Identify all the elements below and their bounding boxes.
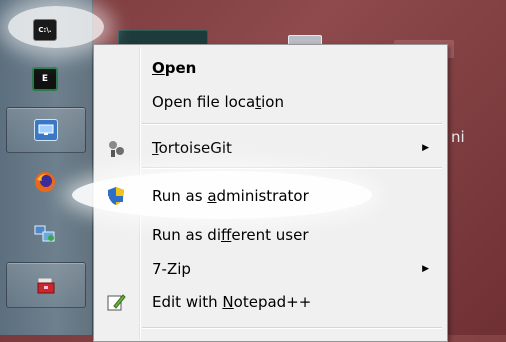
toolbox-icon [35, 275, 57, 295]
taskbar-item-remote-desktop[interactable] [6, 107, 86, 153]
menu-item-label: 7-Zip [152, 259, 191, 278]
notepadpp-icon [105, 291, 127, 313]
menu-separator [142, 167, 442, 169]
menu-item-label: Open file location [152, 92, 284, 111]
submenu-arrow-icon: ▶ [422, 142, 429, 153]
taskbar-item-network[interactable] [6, 211, 84, 255]
cmd-icon: C:\. [33, 19, 57, 41]
menu-item-label: Run as administrator [152, 186, 309, 205]
taskbar-item-toolbox[interactable] [6, 262, 86, 308]
menu-item-edit-with-notepadpp[interactable]: Edit with Notepad++ [96, 285, 445, 318]
menu-item-label: TortoiseGit [152, 138, 232, 157]
taskbar-item-cmd-overlay[interactable]: C:\. [6, 8, 84, 52]
context-menu: Open Open file location TortoiseGit ▶ Ru… [72, 44, 448, 342]
desktop-icon-label: ni [451, 128, 465, 146]
menu-item-tortoisegit[interactable]: TortoiseGit ▶ [96, 131, 445, 164]
menu-item-open[interactable]: Open [96, 51, 445, 84]
tortoisegit-icon [105, 137, 127, 159]
terminal-icon: E [32, 67, 58, 91]
menu-item-run-as-different-user[interactable]: Run as different user [96, 218, 445, 251]
menu-item-open-file-location[interactable]: Open file location [96, 85, 445, 118]
menu-item-label: Edit with Notepad++ [152, 292, 312, 311]
menu-separator [142, 327, 442, 329]
firefox-icon [34, 172, 56, 192]
network-icon [34, 223, 56, 243]
remote-desktop-icon [34, 119, 58, 141]
menu-item-label: Run as different user [152, 225, 309, 244]
menu-item-label: Open [152, 58, 197, 77]
submenu-arrow-icon: ▶ [422, 263, 429, 274]
menu-separator [142, 123, 442, 125]
menu-item-7zip[interactable]: 7-Zip ▶ [96, 252, 445, 285]
menu-item-run-as-administrator[interactable]: Run as administrator [96, 179, 445, 212]
uac-shield-icon [105, 185, 127, 207]
taskbar-item-terminal[interactable]: E [6, 57, 84, 101]
